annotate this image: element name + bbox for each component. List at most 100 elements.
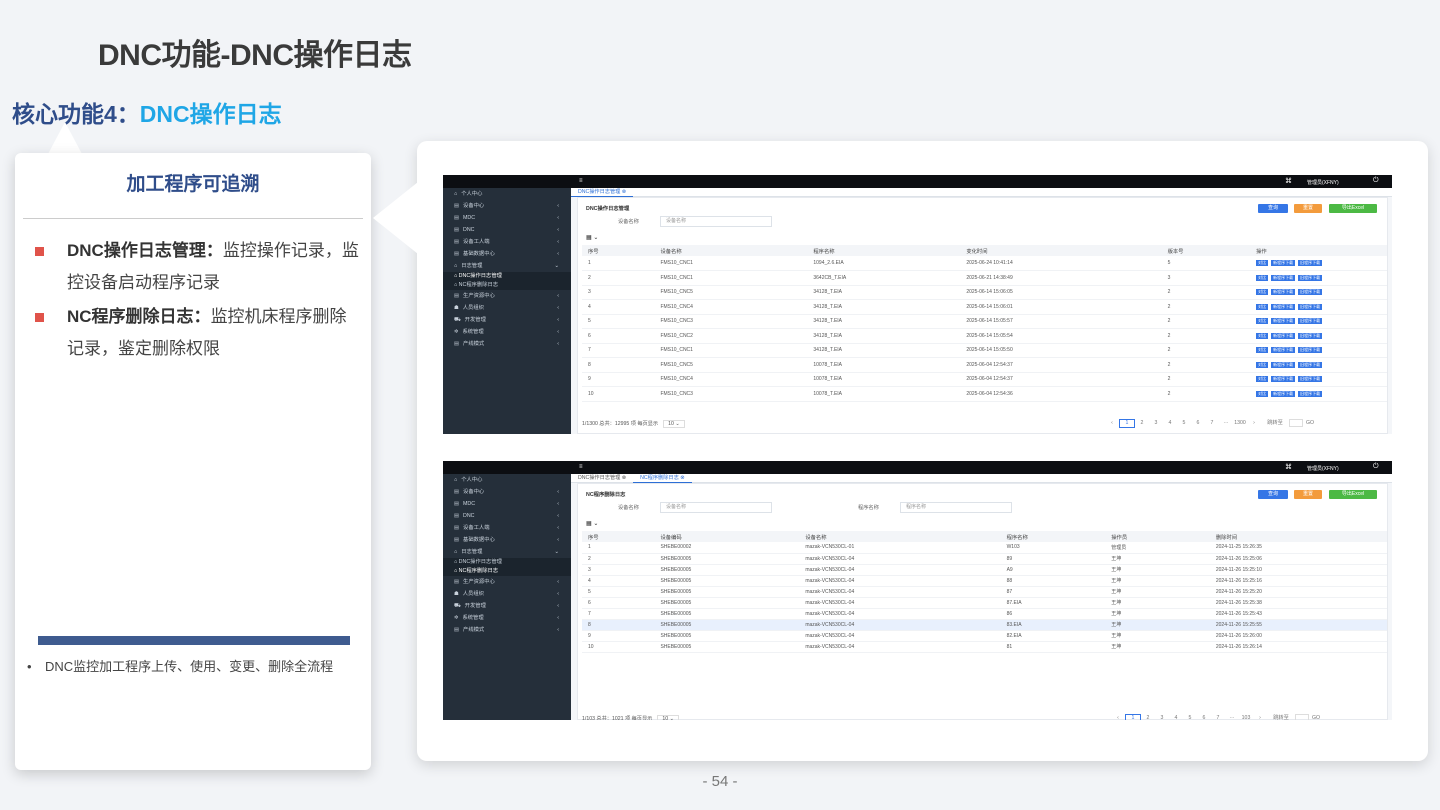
row-action-button[interactable]: 对比	[1256, 274, 1269, 281]
row-action-button[interactable]: 新程序下载	[1271, 376, 1296, 383]
table-row[interactable]: 8 SHEBE00005 mazak-VCN530CL-04 83.EIA 王坤 2024…	[582, 619, 1387, 631]
sidebar-subitem[interactable]: ⌂ NC程序删除日志	[443, 281, 571, 290]
table-row[interactable]: 9 SHEBE00005 mazak-VCN530CL-04 82.EIA 王坤 2024…	[582, 630, 1387, 642]
row-action-button[interactable]: 新程序下载	[1271, 318, 1296, 325]
page-button[interactable]: 1	[1119, 419, 1135, 429]
row-action-button[interactable]: 旧程序下载	[1298, 274, 1323, 281]
row-action-button[interactable]: 对比	[1256, 390, 1269, 397]
sidebar-item[interactable]: ☗ 人员组织 ‹	[443, 588, 571, 600]
fullscreen-icon[interactable]: ⌘	[1285, 177, 1292, 185]
sidebar-item[interactable]: ▤ DNC ‹	[443, 510, 571, 522]
sidebar-item[interactable]: ▤ 生产资源中心 ‹	[443, 290, 571, 302]
sidebar-item[interactable]: ▤ 设备工人端 ‹	[443, 522, 571, 534]
table-row[interactable]: 7 FMS10_CNC1 34128_T.EIA 2025-06-14 15:05:5…	[582, 343, 1387, 358]
row-action-button[interactable]: 对比	[1256, 361, 1269, 368]
goto-page-input[interactable]	[1295, 714, 1309, 720]
table-row[interactable]: 7 SHEBE00005 mazak-VCN530CL-04 86 王坤 2024-11-…	[582, 608, 1387, 620]
query-button[interactable]: 查询	[1258, 204, 1288, 213]
sidebar-item[interactable]: ▤ 基础数据中心 ‹	[443, 248, 571, 260]
page-button[interactable]: ‹	[1105, 420, 1119, 426]
fullscreen-icon[interactable]: ⌘	[1285, 463, 1292, 471]
page-size-select[interactable]: 10 ⌄	[657, 715, 679, 720]
user-name[interactable]: 管理员(XFNY)	[1307, 179, 1339, 186]
sidebar-item[interactable]: ▤ 产线模式 ‹	[443, 338, 571, 350]
page-button[interactable]: ‹	[1111, 715, 1125, 720]
logout-icon[interactable]: ⏻	[1373, 463, 1379, 471]
table-row[interactable]: 4 FMS10_CNC4 34128_T.EIA 2025-06-14 15:06:0…	[582, 299, 1387, 315]
row-action-button[interactable]: 旧程序下载	[1298, 318, 1323, 325]
export-excel-button[interactable]: 导出Excel	[1329, 204, 1377, 213]
menu-toggle-icon[interactable]: ≡	[579, 464, 583, 470]
table-row[interactable]: 5 FMS10_CNC3 34128_T.EIA 2025-06-14 15:05:5…	[582, 314, 1387, 329]
row-action-button[interactable]: 新程序下载	[1271, 347, 1296, 354]
goto-page-input[interactable]	[1289, 419, 1303, 427]
query-button[interactable]: 查询	[1258, 490, 1288, 499]
page-button[interactable]: 5	[1177, 420, 1191, 426]
row-action-button[interactable]: 旧程序下载	[1298, 347, 1323, 354]
sidebar-item[interactable]: ⛟ 开发管理 ‹	[443, 600, 571, 612]
row-action-button[interactable]: 对比	[1256, 289, 1269, 296]
sidebar-item[interactable]: ✲ 系统管理 ‹	[443, 326, 571, 338]
column-settings-icon[interactable]: ▦ ⌄	[586, 520, 598, 527]
table-row[interactable]: 8 FMS10_CNC5 10078_T.EIA 2025-06-04 12:54:3…	[582, 357, 1387, 373]
page-button[interactable]: 103	[1239, 715, 1253, 720]
go-button[interactable]: GO	[1309, 715, 1323, 720]
table-row[interactable]: 10 SHEBE00005 mazak-VCN530CL-04 81 王坤 2024-11…	[582, 641, 1387, 653]
sidebar-subitem[interactable]: ⌂ DNC操作日志管理	[443, 558, 571, 567]
table-row[interactable]: 3 SHEBE00005 mazak-VCN530CL-04 A9 王坤 2024-11-…	[582, 564, 1387, 576]
filter-input[interactable]: 设备名称	[660, 502, 772, 513]
row-action-button[interactable]: 新程序下载	[1271, 274, 1296, 281]
table-row[interactable]: 2 SHEBE00005 mazak-VCN530CL-04 89 王坤 2024-11-…	[582, 553, 1387, 565]
sidebar-item[interactable]: ▤ 设备中心 ‹	[443, 486, 571, 498]
sidebar-item[interactable]: ▤ MDC ‹	[443, 212, 571, 224]
page-button[interactable]: 1300	[1233, 420, 1247, 426]
row-action-button[interactable]: 旧程序下载	[1298, 361, 1323, 368]
table-row[interactable]: 6 FMS10_CNC2 34128_T.EIA 2025-06-14 15:05:5…	[582, 328, 1387, 344]
table-row[interactable]: 9 FMS10_CNC4 10078_T.EIA 2025-06-04 12:54:3…	[582, 372, 1387, 387]
reset-button[interactable]: 重置	[1294, 204, 1322, 213]
reset-button[interactable]: 重置	[1294, 490, 1322, 499]
go-button[interactable]: GO	[1303, 420, 1317, 426]
page-button[interactable]: 6	[1191, 420, 1205, 426]
row-action-button[interactable]: 新程序下载	[1271, 289, 1296, 296]
tab-item[interactable]: DNC操作日志管理 ⊗	[571, 474, 633, 483]
row-action-button[interactable]: 新程序下载	[1271, 332, 1296, 339]
row-action-button[interactable]: 旧程序下载	[1298, 390, 1323, 397]
user-name[interactable]: 管理员(XFNY)	[1307, 465, 1339, 472]
filter-input[interactable]: 设备名称	[660, 216, 772, 227]
table-row[interactable]: 1 SHEBE00002 mazak-VCN530CL-01 W103 管理员 2024-…	[582, 542, 1387, 554]
tab-item[interactable]: DNC操作日志管理 ⊗	[571, 188, 634, 197]
sidebar-item[interactable]: ▤ 生产资源中心 ‹	[443, 576, 571, 588]
row-action-button[interactable]: 新程序下载	[1271, 303, 1296, 310]
row-action-button[interactable]: 对比	[1256, 303, 1269, 310]
row-action-button[interactable]: 旧程序下载	[1298, 303, 1323, 310]
sidebar-item[interactable]: ▤ 产线模式 ‹	[443, 624, 571, 636]
sidebar-item[interactable]: ▤ 设备工人端 ‹	[443, 236, 571, 248]
row-action-button[interactable]: 旧程序下载	[1298, 260, 1323, 266]
row-action-button[interactable]: 新程序下载	[1271, 361, 1296, 368]
filter-input[interactable]: 程序名称	[900, 502, 1012, 513]
column-settings-icon[interactable]: ▦ ⌄	[586, 234, 598, 241]
sidebar-item[interactable]: ▤ 设备中心 ‹	[443, 200, 571, 212]
page-button[interactable]: 6	[1197, 715, 1211, 720]
sidebar-subitem[interactable]: ⌂ DNC操作日志管理	[443, 272, 571, 281]
sidebar-item[interactable]: ☗ 人员组织 ‹	[443, 302, 571, 314]
table-row[interactable]: 5 SHEBE00005 mazak-VCN530CL-04 87 王坤 2024-11-…	[582, 586, 1387, 598]
page-button[interactable]: ›	[1247, 420, 1261, 426]
row-action-button[interactable]: 新程序下载	[1271, 390, 1296, 397]
tab-item[interactable]: NC程序删除日志 ⊗	[633, 474, 692, 483]
table-row[interactable]: 4 SHEBE00005 mazak-VCN530CL-04 88 王坤 2024-11-…	[582, 575, 1387, 587]
row-action-button[interactable]: 对比	[1256, 318, 1269, 325]
page-button[interactable]: 5	[1183, 715, 1197, 720]
sidebar-item[interactable]: ⌂ 日志管理 ⌄	[443, 260, 571, 272]
logout-icon[interactable]: ⏻	[1373, 177, 1379, 185]
table-row[interactable]: 10 FMS10_CNC3 10078_T.EIA 2025-06-04 12:54:…	[582, 386, 1387, 402]
row-action-button[interactable]: 新程序下载	[1271, 260, 1296, 266]
page-button[interactable]: ···	[1225, 715, 1239, 720]
row-action-button[interactable]: 旧程序下载	[1298, 376, 1323, 383]
page-size-select[interactable]: 10 ⌄	[663, 420, 685, 428]
page-button[interactable]: 7	[1211, 715, 1225, 720]
page-button[interactable]: 4	[1169, 715, 1183, 720]
row-action-button[interactable]: 对比	[1256, 332, 1269, 339]
row-action-button[interactable]: 旧程序下载	[1298, 289, 1323, 296]
